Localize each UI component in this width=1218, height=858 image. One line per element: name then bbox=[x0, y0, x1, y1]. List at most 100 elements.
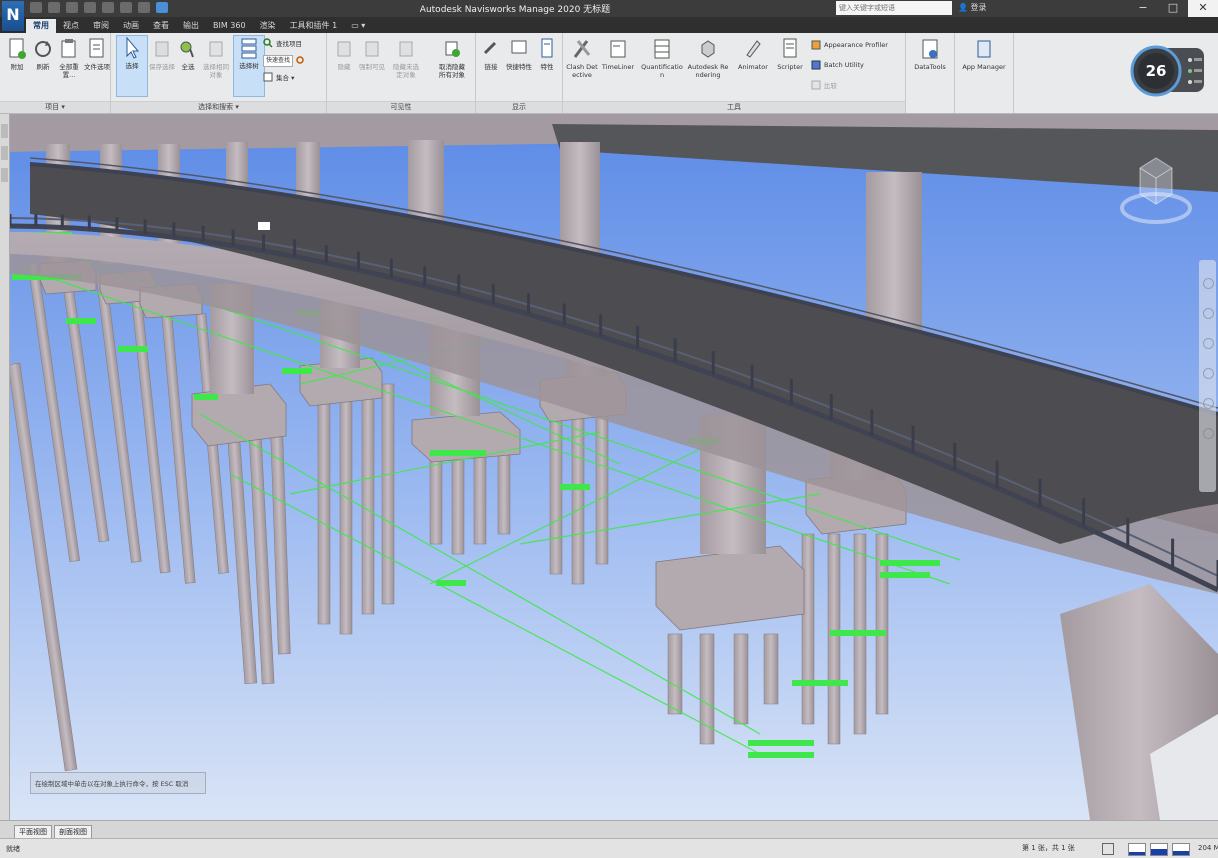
select-same-icon bbox=[209, 41, 223, 57]
select-all-label: 全选 bbox=[181, 63, 195, 71]
require-button[interactable]: 强制可见 bbox=[357, 37, 387, 71]
select-all-button[interactable]: 全选 bbox=[173, 37, 203, 71]
tab-output[interactable]: 输出 bbox=[176, 19, 206, 33]
title-bar: Autodesk Navisworks Manage 2020 无标题 👤 登录… bbox=[0, 0, 1218, 17]
dock-tab-3[interactable] bbox=[1, 168, 8, 182]
viewcube[interactable] bbox=[1120, 150, 1192, 236]
tab-options[interactable]: ▭ ▾ bbox=[344, 19, 372, 33]
appearance-profiler-icon bbox=[811, 40, 821, 50]
app-manager-label: App Manager bbox=[962, 63, 1006, 71]
maximize-button[interactable]: □ bbox=[1158, 0, 1188, 17]
panel-tools-title: 工具 bbox=[563, 101, 905, 113]
sets-dropdown[interactable]: 集合 ▾ bbox=[263, 72, 294, 82]
select-same-button[interactable]: 选择相同对象 bbox=[201, 37, 231, 79]
refresh-icon bbox=[35, 41, 51, 57]
tab-section-view[interactable]: 剖面视图 bbox=[54, 825, 92, 839]
app-manager-button[interactable]: App Manager bbox=[959, 37, 1009, 71]
links-button[interactable]: 链接 bbox=[476, 37, 506, 71]
timeliner-button[interactable]: TimeLiner bbox=[601, 37, 635, 71]
selection-tree-label: 选择树 bbox=[239, 62, 259, 70]
selection-tree-button[interactable]: 选择树 bbox=[233, 35, 265, 97]
hide-button[interactable]: 隐藏 bbox=[329, 37, 359, 71]
panel-project-title: 项目 ▾ bbox=[0, 101, 110, 113]
require-icon bbox=[365, 41, 379, 57]
tab-home[interactable]: 常用 bbox=[26, 19, 56, 33]
unhide-all-button[interactable]: 取消隐藏所有对象 bbox=[437, 37, 467, 79]
bridge-model-scene[interactable] bbox=[0, 114, 1218, 820]
scene-viewport[interactable]: 在绘制区域中单击以在对象上执行命令，按 ESC 取消 bbox=[0, 114, 1218, 820]
datatools-label: DataTools bbox=[914, 63, 946, 71]
quick-find-icon[interactable] bbox=[296, 56, 306, 66]
dock-tab-1[interactable] bbox=[1, 124, 8, 138]
navisworks-window: Autodesk Navisworks Manage 2020 无标题 👤 登录… bbox=[0, 0, 1218, 858]
reset-all-button[interactable]: 全部重置... bbox=[54, 37, 84, 79]
web-server-meter bbox=[1150, 843, 1168, 856]
unhide-all-label: 取消隐藏所有对象 bbox=[439, 63, 465, 79]
tab-animation[interactable]: 动画 bbox=[116, 19, 146, 33]
open-icon[interactable] bbox=[48, 2, 60, 13]
minimize-button[interactable]: − bbox=[1128, 0, 1158, 17]
compare-icon bbox=[811, 80, 821, 90]
steering-wheel-icon[interactable] bbox=[1203, 278, 1214, 289]
scripter-icon bbox=[783, 38, 797, 58]
clash-detective-button[interactable]: Clash Detective bbox=[565, 37, 599, 79]
animator-button[interactable]: Animator bbox=[735, 37, 771, 71]
batch-utility-button[interactable]: Batch Utility bbox=[811, 60, 864, 70]
quantification-button[interactable]: Quantification bbox=[641, 37, 683, 79]
sheet-browser-icon[interactable] bbox=[1102, 843, 1114, 855]
panel-display-title: 显示 bbox=[476, 101, 562, 113]
render-progress-meter bbox=[1128, 843, 1146, 856]
orbit-icon[interactable] bbox=[1203, 368, 1214, 379]
application-menu-button[interactable]: N bbox=[2, 1, 24, 31]
memory-meter bbox=[1172, 843, 1190, 856]
dock-tab-2[interactable] bbox=[1, 146, 8, 160]
panel-visibility: 隐藏 强制可见 隐藏未选定对象 取消隐藏所有对象 可见性 bbox=[327, 33, 476, 113]
save-icon[interactable] bbox=[66, 2, 78, 13]
quick-find-input[interactable]: 快速查找 bbox=[263, 55, 294, 67]
tab-bim360[interactable]: BIM 360 bbox=[206, 19, 253, 33]
select-button[interactable]: 选择 bbox=[116, 35, 148, 97]
window-controls: − □ ✕ bbox=[1128, 0, 1218, 17]
quick-properties-label: 快捷特性 bbox=[506, 63, 532, 71]
scripter-button[interactable]: Scripter bbox=[773, 37, 807, 71]
new-icon[interactable] bbox=[30, 2, 42, 13]
undo-icon[interactable] bbox=[84, 2, 96, 13]
properties-button[interactable]: 特性 bbox=[532, 37, 562, 71]
user-sign-in[interactable]: 👤 登录 bbox=[958, 2, 987, 13]
tab-view[interactable]: 查看 bbox=[146, 19, 176, 33]
left-dock-strip bbox=[0, 114, 10, 820]
walk-icon[interactable] bbox=[1203, 428, 1214, 439]
tab-render[interactable]: 渲染 bbox=[253, 19, 283, 33]
file-options-button[interactable]: 文件选项 bbox=[82, 37, 112, 71]
print-icon[interactable] bbox=[120, 2, 132, 13]
zoom-icon[interactable] bbox=[1203, 338, 1214, 349]
status-ready: 就绪 bbox=[6, 845, 20, 853]
gauge-value: 26 bbox=[1145, 62, 1167, 80]
link-icon bbox=[483, 41, 497, 55]
quick-access-toolbar bbox=[30, 2, 168, 15]
quick-properties-button[interactable]: 快捷特性 bbox=[504, 37, 534, 71]
tab-review[interactable]: 审阅 bbox=[86, 19, 116, 33]
pan-icon[interactable] bbox=[1203, 308, 1214, 319]
select-mode-icon[interactable] bbox=[156, 2, 168, 13]
look-icon[interactable] bbox=[1203, 398, 1214, 409]
datatools-button[interactable]: DataTools bbox=[912, 37, 948, 71]
refresh-icon[interactable] bbox=[138, 2, 150, 13]
properties-icon bbox=[541, 38, 553, 58]
tab-plan-view[interactable]: 平面视图 bbox=[14, 825, 52, 839]
hide-unselected-label: 隐藏未选定对象 bbox=[393, 63, 419, 79]
close-button[interactable]: ✕ bbox=[1188, 0, 1218, 17]
app-manager-icon bbox=[977, 40, 991, 58]
redo-icon[interactable] bbox=[102, 2, 114, 13]
help-search-input[interactable] bbox=[836, 1, 952, 15]
hide-unselected-button[interactable]: 隐藏未选定对象 bbox=[391, 37, 421, 79]
appearance-profiler-button[interactable]: Appearance Profiler bbox=[811, 40, 888, 50]
tab-addins[interactable]: 工具和插件 1 bbox=[283, 19, 345, 33]
compare-button[interactable]: 比较 bbox=[811, 80, 837, 90]
find-items-button[interactable]: 查找项目 bbox=[263, 38, 302, 48]
autodesk-rendering-button[interactable]: Autodesk Rendering bbox=[687, 37, 729, 79]
tab-viewpoint[interactable]: 视点 bbox=[56, 19, 86, 33]
find-items-label: 查找项目 bbox=[276, 40, 302, 48]
scripter-label: Scripter bbox=[777, 63, 803, 71]
append-icon bbox=[9, 38, 26, 59]
